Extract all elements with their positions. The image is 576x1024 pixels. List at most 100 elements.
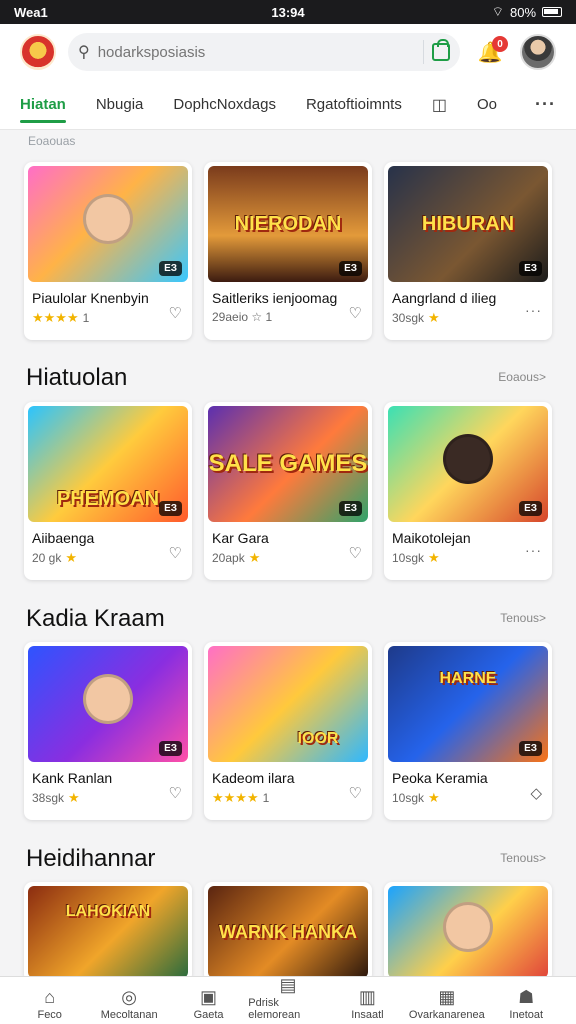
tab-rgatoftioimnts[interactable]: Rgatoftioimnts — [306, 82, 402, 127]
game-card[interactable]: LAHOKIAN — [24, 882, 192, 982]
more-options-icon[interactable]: ··· — [525, 542, 542, 558]
game-thumbnail: PHEMOAN ЕЗ — [28, 406, 188, 522]
game-card[interactable]: HARNE ЕЗ Peoka Keramia 10sgk ★ ◇ — [384, 642, 552, 820]
game-card[interactable]: SALE GAMES ЕЗ Kar Gara 20apk ★ ♡ — [204, 402, 372, 580]
game-thumbnail — [388, 886, 548, 978]
more-icon[interactable]: ··· — [535, 94, 556, 115]
rating-stars: ★ — [428, 310, 440, 325]
game-thumbnail: HARNE ЕЗ — [388, 646, 548, 762]
game-thumbnail: ЕЗ — [28, 166, 188, 282]
game-meta: 29aeio ☆ 1 — [212, 310, 273, 324]
search-input[interactable] — [97, 43, 415, 61]
game-thumbnail: IOOR — [208, 646, 368, 762]
game-art-title: WARNK HANKA — [219, 922, 357, 942]
search-bar[interactable]: ⚲ — [68, 33, 460, 71]
battery-icon — [542, 7, 563, 17]
game-card[interactable]: ЕЗ Maikotolejan 10sgk ★ ··· — [384, 402, 552, 580]
section-more-link[interactable]: Eoaous> — [498, 370, 546, 384]
heart-icon[interactable]: ♡ — [169, 544, 182, 562]
app-header: ⚲ 🔔 0 — [0, 24, 576, 80]
more-options-icon[interactable]: ··· — [525, 302, 542, 318]
library-icon: ▦ — [438, 987, 456, 1007]
game-card[interactable]: PHEMOAN ЕЗ Aiibaenga 20 gk ★ ♡ — [24, 402, 192, 580]
nav-install[interactable]: ▥ Insaatl — [328, 977, 407, 1024]
shopping-bag-icon[interactable] — [432, 39, 450, 61]
game-card[interactable]: HIBURAN ЕЗ Aangrland d ilieg 30sgk ★ ··· — [384, 162, 552, 340]
tab-hiatan[interactable]: Hiatan — [20, 82, 66, 127]
carrier-label: Wea1 — [14, 4, 48, 20]
game-card[interactable]: ЕЗ Kank Ranlan 38sgk ★ ♡ — [24, 642, 192, 820]
heart-icon[interactable]: ♡ — [169, 304, 182, 322]
game-art-title: LAHOKIAN — [65, 903, 151, 920]
nav-library[interactable]: ▦ Ovarkanarenea — [407, 977, 486, 1024]
game-thumbnail: LAHOKIAN — [28, 886, 188, 978]
game-meta: 20 gk ★ — [32, 550, 184, 566]
character-art — [443, 434, 493, 484]
game-meta: 30sgk ★ — [392, 310, 544, 326]
heart-icon[interactable]: ♡ — [169, 784, 182, 802]
diamond-icon[interactable]: ◇ — [530, 784, 542, 802]
heart-icon[interactable]: ♡ — [349, 544, 362, 562]
game-meta: ★★★★ 1 — [32, 310, 184, 326]
notification-badge: 0 — [492, 36, 508, 52]
game-thumbnail: SALE GAMES ЕЗ — [208, 406, 368, 522]
nav-store[interactable]: ▤ Pdrisk elemorean — [248, 976, 327, 1024]
game-card[interactable]: IOOR Kadeom ilara ★★★★ 1 ♡ — [204, 642, 372, 820]
game-meta-text: 38sgk — [32, 791, 65, 805]
game-thumbnail: WARNK HANKA — [208, 886, 368, 978]
section-title: Kadia Kraam — [26, 605, 165, 632]
game-art-title: IOOR — [297, 730, 339, 747]
nav-profile[interactable]: ☗ Inetoat — [487, 977, 566, 1024]
app-logo[interactable] — [20, 34, 56, 70]
section-title: Hiatuolan — [26, 364, 128, 391]
bottom-navigation: ⌂ Feco ◎ Mecoltanan ▣ Gaeta ▤ Pdrisk elemore… — [0, 976, 576, 1024]
game-card[interactable]: NIERODAN ЕЗ Saitleriks ienjoomag 29aeio … — [204, 162, 372, 340]
game-title: Aiibaenga — [32, 530, 95, 546]
avatar[interactable] — [520, 34, 556, 70]
card-row: ЕЗ Kank Ranlan 38sgk ★ ♡ IOOR Kadeom ilar… — [24, 642, 552, 820]
game-meta: 20apk ★ — [212, 550, 364, 566]
game-thumbnail: HIBURAN ЕЗ — [388, 166, 548, 282]
game-meta-text: 1 — [82, 311, 90, 325]
battery-percent: 80% — [509, 4, 537, 20]
nav-home[interactable]: ⌂ Feco — [10, 977, 89, 1024]
game-art-title: SALE GAMES — [208, 450, 368, 477]
nav-label: Mecoltanan — [100, 1009, 158, 1021]
game-tag: ЕЗ — [159, 741, 182, 756]
game-tag: ЕЗ — [339, 501, 362, 516]
gift-icon[interactable]: ◫ — [432, 95, 447, 115]
rating-stars: ★ — [68, 790, 80, 805]
game-card[interactable] — [384, 882, 552, 982]
section-title: Heidihannar — [26, 845, 156, 872]
game-meta: ★★★★ 1 — [212, 790, 364, 806]
nav-games[interactable]: ▣ Gaeta — [169, 977, 248, 1024]
tab-oo[interactable]: Oo — [477, 82, 497, 127]
game-title: Kank Ranlan — [32, 770, 113, 786]
game-meta-text: 10sgk — [392, 551, 425, 565]
rating-stars: ★★★★ — [212, 790, 259, 805]
camera-icon: ▣ — [200, 987, 218, 1007]
game-card[interactable]: WARNK HANKA — [204, 882, 372, 982]
game-card[interactable]: ЕЗ Piaulolar Knenbyin ★★★★ 1 ♡ — [24, 162, 192, 340]
section-more-link[interactable]: Tenous> — [500, 611, 546, 625]
card-row: PHEMOAN ЕЗ Aiibaenga 20 gk ★ ♡ SALE GAMES… — [24, 402, 552, 580]
compass-icon: ◎ — [121, 987, 137, 1007]
nav-label: Insaatl — [351, 1009, 384, 1021]
tab-dophcnoxdags[interactable]: DophcNoxdags — [173, 82, 276, 127]
heart-icon[interactable]: ♡ — [349, 304, 362, 322]
heart-icon[interactable]: ♡ — [349, 784, 362, 802]
game-title: Piaulolar Knenbyin — [32, 290, 149, 306]
game-title: Kar Gara — [212, 530, 269, 546]
nav-explore[interactable]: ◎ Mecoltanan — [89, 977, 168, 1024]
game-art-title: HIBURAN — [421, 213, 515, 235]
tab-nbugia[interactable]: Nbugia — [96, 82, 144, 127]
search-icon: ⚲ — [78, 44, 90, 61]
notifications-button[interactable]: 🔔 0 — [472, 34, 508, 70]
status-bar: Wea1 13:94 ⌔ 80% — [0, 0, 576, 24]
game-tag: ЕЗ — [519, 501, 542, 516]
nav-label: Ovarkanarenea — [408, 1009, 485, 1021]
section-more-link[interactable]: Tenous> — [500, 851, 546, 865]
nav-label: Feco — [37, 1009, 62, 1021]
status-icons: ⌔ 80% — [379, 4, 563, 20]
rating-stars: ★ — [428, 550, 440, 565]
